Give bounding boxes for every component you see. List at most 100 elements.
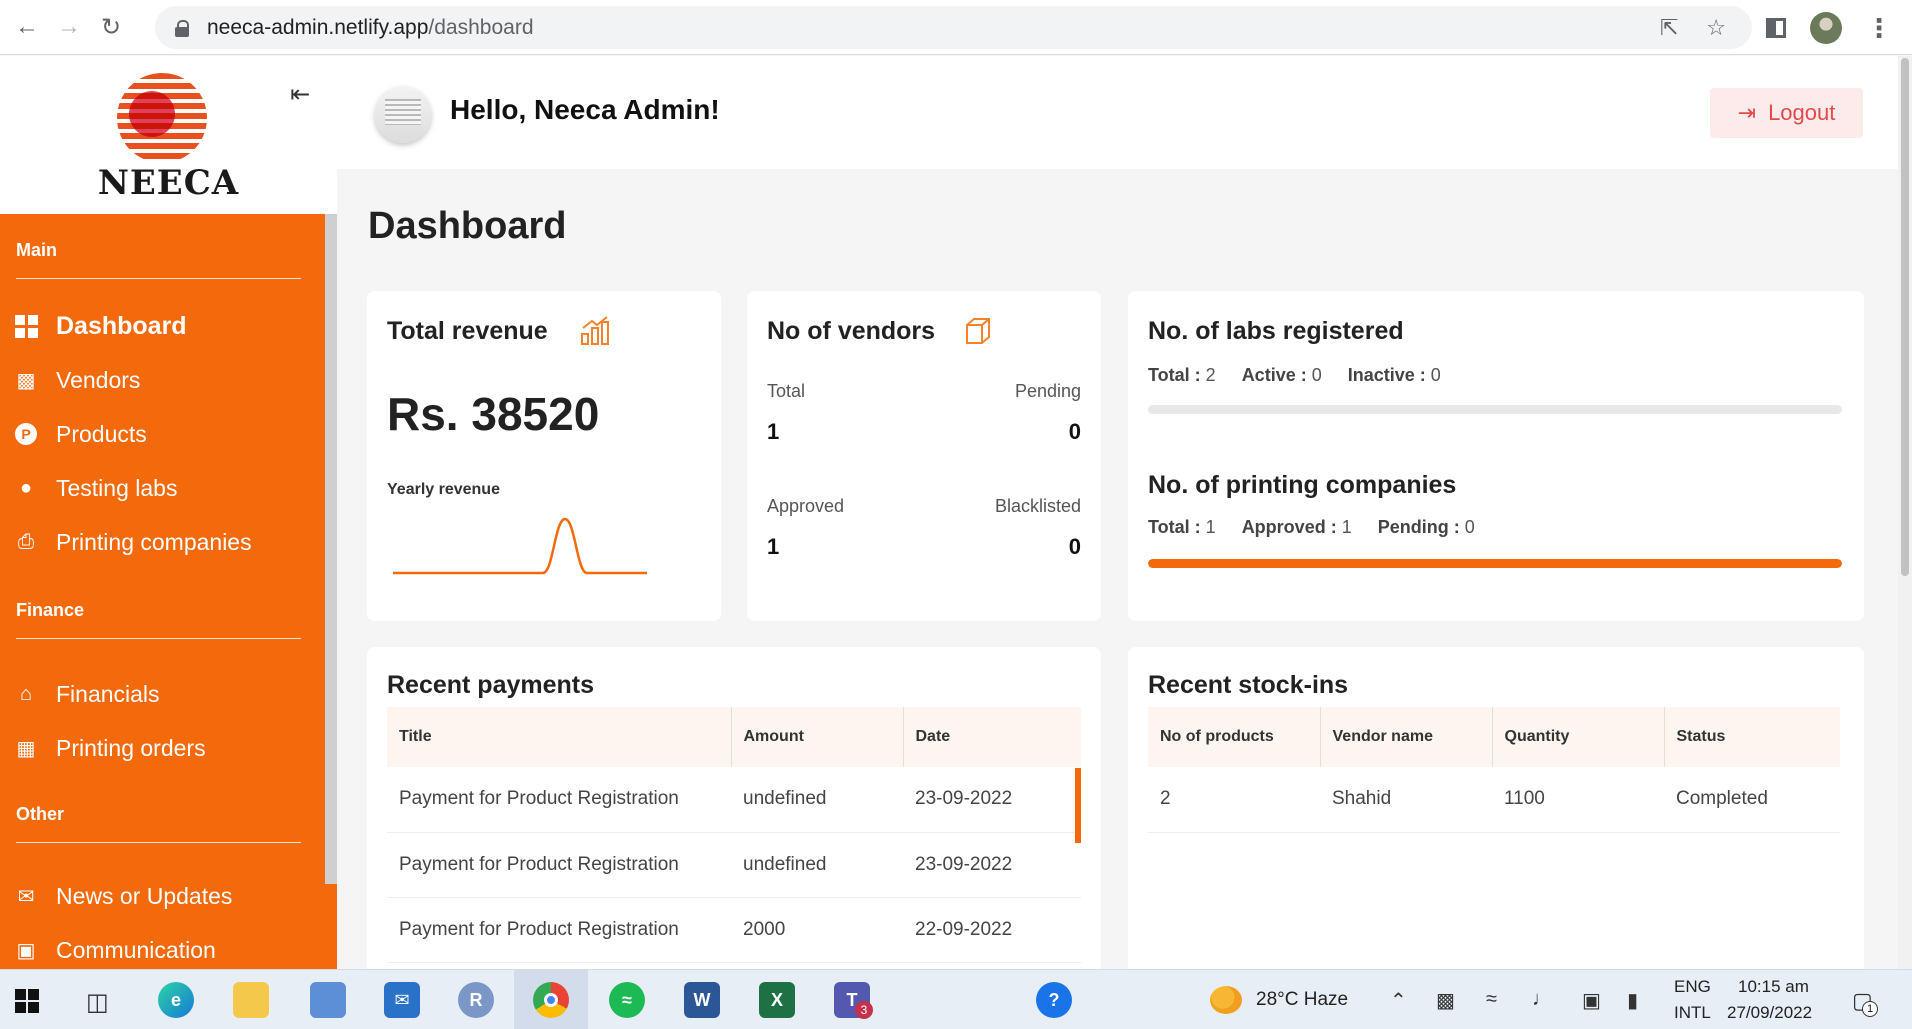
labs-title: No. of labs registered [1148,317,1404,345]
table-header-row: Title Amount Date [387,707,1081,767]
column-header[interactable]: Title [387,707,732,767]
lock-icon[interactable] [175,19,189,37]
printer-icon: ⎙ [18,530,34,553]
page-scrollbar-thumb[interactable] [1901,58,1909,576]
wifi-icon[interactable]: ≈ [1486,988,1497,1011]
browser-toolbar: ← → ↻ neeca-admin.netlify.app/dashboard … [0,0,1912,55]
battery-icon[interactable]: ▮ [1627,988,1638,1013]
vendors-total-label: Total [767,381,806,401]
address-bar[interactable]: neeca-admin.netlify.app/dashboard ⇱ ☆ [155,6,1752,49]
sidebar-item-printing-orders[interactable]: ▦ Printing orders [14,730,206,766]
sidebar-item-printing-companies[interactable]: ⎙ Printing companies [14,524,252,560]
sidebar-item-label: News or Updates [56,882,233,909]
word-icon[interactable]: W [684,982,720,1018]
share-icon[interactable]: ⇱ [1660,15,1678,41]
sidebar-item-label: Vendors [56,366,141,393]
table-row[interactable]: Payment for Product Registration undefin… [387,832,1081,898]
forward-arrow-icon[interactable]: → [54,12,84,42]
sidebar-item-label: Communication [56,936,216,963]
section-title-main: Main [16,240,58,260]
table-row[interactable]: 2 Shahid 1100 Completed [1148,767,1840,833]
r-app-icon[interactable]: R [458,982,494,1018]
product-p-icon: P [14,422,38,446]
tray-app-icon[interactable]: ▩ [1436,988,1455,1013]
printing-stats: Total : 1 Approved : 1 Pending : 0 [1148,517,1475,538]
windows-start-icon[interactable] [15,989,39,1013]
labs-total-label: Total : [1148,365,1201,385]
lightbulb-icon: ● [19,476,33,499]
chrome-icon[interactable] [533,982,569,1018]
url-host: neeca-admin.netlify.app [207,15,429,39]
labs-total-value: 2 [1205,365,1216,385]
menu-kebab-icon[interactable]: ⋮ [1866,13,1892,44]
vendors-pending-label: Pending [1014,381,1081,401]
top-header: Hello, Neeca Admin! ⇥ Logout [337,56,1898,169]
clock-time[interactable]: 10:15 am [1738,977,1809,997]
language-top[interactable]: ENG [1674,977,1711,997]
collapse-sidebar-icon[interactable]: ⇤ [290,80,310,109]
revenue-title: Total revenue [387,317,548,345]
reload-icon[interactable]: ↻ [96,12,126,42]
sidebar-item-products[interactable]: P Products [14,416,147,452]
meet-icon[interactable]: ▣ [1582,988,1601,1013]
chart-box-icon: ▦ [16,737,36,760]
sidebar-item-dashboard[interactable]: Dashboard [14,308,187,344]
file-explorer-icon[interactable] [233,982,269,1018]
volume-icon[interactable]: ♩ [1532,988,1552,1011]
back-arrow-icon[interactable]: ← [12,12,42,42]
dashboard-grid-icon [14,314,38,338]
divider [16,638,301,639]
table-header-row: No of products Vendor name Quantity Stat… [1148,707,1840,767]
payments-title: Recent payments [387,671,595,699]
column-header[interactable]: Amount [731,707,904,767]
clock-date[interactable]: 27/09/2022 [1727,1003,1812,1023]
edge-browser-icon[interactable]: e [158,982,194,1018]
language-bottom[interactable]: INTL [1674,1003,1711,1023]
chat-icon: ▣ [16,939,36,962]
this-pc-icon[interactable] [310,982,346,1018]
taskbar: ◫ e ✉ R ≈ W X T 3 ? 28°C Haze ⌃ ▩ ≈ ♩ ▣ … [0,969,1912,1029]
neeca-logo-icon [117,73,207,163]
sidebar-item-vendors[interactable]: ▩ Vendors [14,362,141,398]
page-scrollbar[interactable] [1898,56,1912,969]
sidebar-scrollbar[interactable] [325,214,337,884]
sidebar-item-financials[interactable]: ⌂ Financials [14,676,160,712]
spotify-icon[interactable]: ≈ [609,982,645,1018]
vendors-blacklisted-value: 0 [1068,534,1081,559]
yearly-revenue-label: Yearly revenue [387,481,500,498]
column-header[interactable]: Date [903,707,1081,767]
help-icon[interactable]: ? [1036,982,1072,1018]
column-header[interactable]: Vendor name [1320,707,1493,767]
sidebar-item-news[interactable]: ✉ News or Updates [14,878,233,914]
labs-active-value: 0 [1311,365,1322,385]
logout-button[interactable]: ⇥ Logout [1710,88,1863,138]
table-row[interactable]: Payment for Product Registration undefin… [387,767,1081,833]
column-header[interactable]: Quantity [1492,707,1665,767]
column-header[interactable]: Status [1664,707,1840,767]
sidebar-item-communication[interactable]: ▣ Communication [14,932,216,968]
column-header[interactable]: No of products [1148,707,1321,767]
printing-approved-label: Approved : [1241,517,1337,537]
excel-icon[interactable]: X [759,982,795,1018]
mail-icon[interactable]: ✉ [384,982,420,1018]
stockin-vendor-cell: Shahid [1320,767,1492,833]
chevron-up-icon[interactable]: ⌃ [1390,988,1407,1013]
labs-inactive-label: Inactive : [1347,365,1426,385]
task-view-icon[interactable]: ◫ [86,988,109,1017]
weather-icon[interactable] [1210,986,1242,1014]
stockin-quantity-cell: 1100 [1492,767,1664,833]
table-scrollbar-thumb[interactable] [1075,768,1081,843]
printing-progress-bar [1148,559,1842,568]
logout-label: Logout [1768,100,1836,125]
page-title: Dashboard [368,205,567,247]
vendors-blacklisted-label: Blacklisted [994,496,1081,516]
admin-avatar[interactable] [375,87,431,143]
side-panel-icon[interactable] [1766,18,1786,38]
profile-avatar[interactable] [1810,12,1842,44]
bookmark-star-icon[interactable]: ☆ [1706,15,1726,41]
sidebar-item-testing-labs[interactable]: ● Testing labs [14,470,178,506]
weather-text[interactable]: 28°C Haze [1256,989,1348,1011]
payment-date-cell: 23-09-2022 [903,832,1081,898]
table-row[interactable]: Payment for Product Registration 2000 22… [387,897,1081,963]
greeting: Hello, Neeca Admin! [450,94,720,125]
